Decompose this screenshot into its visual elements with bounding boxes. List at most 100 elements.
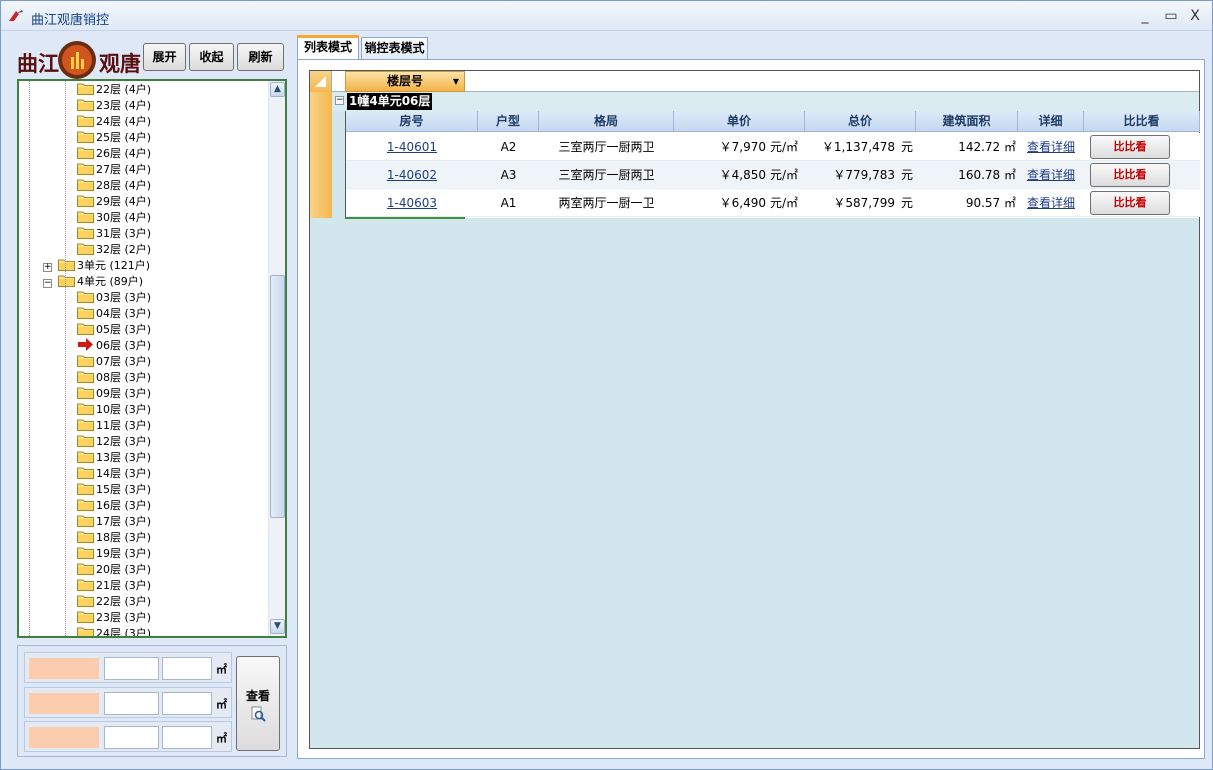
tree-node[interactable]: 05层 (3户) — [77, 322, 151, 338]
tree-node-label: 3单元 (121户) — [77, 259, 151, 272]
minimize-button[interactable]: _ — [1134, 7, 1156, 25]
tree-node[interactable]: 22层 (4户) — [77, 82, 151, 98]
tree-node[interactable]: 21层 (3户) — [77, 578, 151, 594]
compare-button[interactable]: 比比看 — [1090, 163, 1170, 187]
tree-node[interactable]: 18层 (3户) — [77, 530, 151, 546]
detail-link[interactable]: 查看详细 — [1018, 189, 1084, 217]
tree-node[interactable]: 10层 (3户) — [77, 402, 151, 418]
tab-sales-table-mode[interactable]: 销控表模式 — [361, 37, 428, 59]
room-number-link[interactable]: 1-40602 — [346, 161, 478, 189]
tree-node[interactable]: 16层 (3户) — [77, 498, 151, 514]
group-column-header[interactable]: 楼层号 ▼ — [345, 71, 465, 92]
tree-node[interactable]: 08层 (3户) — [77, 370, 151, 386]
tree-node[interactable]: 30层 (4户) — [77, 210, 151, 226]
unit-price-unit: 元/㎡ — [770, 140, 799, 154]
collapse-button[interactable]: 收起 — [189, 43, 234, 71]
tree-node[interactable]: 22层 (3户) — [77, 594, 151, 610]
column-header[interactable]: 房号 — [346, 111, 478, 132]
area-filter-panel: ㎡ ㎡ ㎡ 查看 — [17, 645, 287, 757]
column-header[interactable]: 单价 — [674, 111, 805, 132]
tree-node[interactable]: +3单元 (121户) — [43, 258, 150, 274]
filter-min-input[interactable] — [104, 657, 159, 680]
folder-icon — [58, 275, 75, 287]
detail-link[interactable]: 查看详细 — [1018, 133, 1084, 161]
tree-node[interactable]: 31层 (3户) — [77, 226, 151, 242]
tree-node[interactable]: 11层 (3户) — [77, 418, 151, 434]
tree-node[interactable]: 19层 (3户) — [77, 546, 151, 562]
tree-node[interactable]: 09层 (3户) — [77, 386, 151, 402]
compare-button[interactable]: 比比看 — [1090, 191, 1170, 215]
tree-node-label: 24层 (4户) — [96, 115, 152, 128]
column-header[interactable]: 户型 — [478, 111, 539, 132]
filter-min-input[interactable] — [104, 692, 159, 715]
scroll-down-icon[interactable]: ▼ — [270, 619, 285, 634]
maximize-button[interactable]: ▭ — [1160, 7, 1182, 25]
tree-node[interactable]: − 4单元 (89户) — [43, 274, 143, 290]
collapse-node-icon[interactable]: − — [43, 279, 52, 288]
tree-node[interactable]: 28层 (4户) — [77, 178, 151, 194]
tree-node-label: 22层 (3户) — [96, 595, 152, 608]
folder-icon — [58, 259, 75, 271]
folder-icon — [77, 179, 94, 191]
filter-max-input[interactable] — [162, 692, 212, 715]
column-header[interactable]: 详细 — [1018, 111, 1084, 132]
floor-tree[interactable]: 22层 (4户) 23层 (4户) 24层 (4户) 25层 (4户) 26层 (4户)… — [17, 79, 287, 638]
tree-node-label: 12层 (3户) — [96, 435, 152, 448]
room-number-link[interactable]: 1-40603 — [346, 189, 478, 217]
tree-node[interactable]: 25层 (4户) — [77, 130, 151, 146]
compare-button[interactable]: 比比看 — [1090, 135, 1170, 159]
column-header[interactable]: 比比看 — [1084, 111, 1200, 132]
view-button-label: 查看 — [245, 689, 270, 703]
column-header[interactable]: 总价 — [805, 111, 916, 132]
tree-node[interactable]: 17层 (3户) — [77, 514, 151, 530]
tree-node-label: 4单元 (89户) — [77, 275, 144, 288]
row-indicator — [310, 92, 332, 218]
tree-node[interactable]: 24层 (3户) — [77, 626, 151, 636]
folder-icon — [77, 211, 94, 223]
unit-type: A1 — [500, 196, 517, 210]
tree-node[interactable]: 15层 (3户) — [77, 482, 151, 498]
group-row[interactable]: − 1幢4单元06层 — [332, 92, 1199, 111]
tab-list-mode[interactable]: 列表模式 — [297, 35, 359, 60]
view-button[interactable]: 查看 — [236, 656, 280, 751]
tree-node[interactable]: 12层 (3户) — [77, 434, 151, 450]
tree-node[interactable]: 07层 (3户) — [77, 354, 151, 370]
floor-area: 142.72 ㎡ — [958, 140, 1016, 154]
detail-link[interactable]: 查看详细 — [1018, 161, 1084, 189]
group-collapse-icon[interactable]: − — [335, 96, 344, 105]
filter-max-input[interactable] — [162, 657, 212, 680]
tree-scrollbar[interactable]: ▲ ▼ — [268, 81, 285, 636]
refresh-button[interactable]: 刷新 — [237, 43, 284, 71]
tree-node[interactable]: 14层 (3户) — [77, 466, 151, 482]
tree-node[interactable]: 23层 (3户) — [77, 610, 151, 626]
tree-node[interactable]: 24层 (4户) — [77, 114, 151, 130]
tree-node[interactable]: 03层 (3户) — [77, 290, 151, 306]
tree-node[interactable]: 06层 (3户) — [77, 338, 151, 354]
tree-node-label: 31层 (3户) — [96, 227, 152, 240]
group-label: 1幢4单元06层 — [347, 93, 433, 110]
tree-node[interactable]: 13层 (3户) — [77, 450, 151, 466]
expand-button[interactable]: 展开 — [143, 43, 186, 71]
room-layout: 三室两厅一厨两卫 — [558, 140, 655, 154]
tree-node[interactable]: 27层 (4户) — [77, 162, 151, 178]
tree-node[interactable]: 29层 (4户) — [77, 194, 151, 210]
scroll-up-icon[interactable]: ▲ — [270, 82, 285, 97]
tree-node[interactable]: 23层 (4户) — [77, 98, 151, 114]
expand-node-icon[interactable]: + — [43, 263, 52, 272]
column-header[interactable]: 建筑面积 — [916, 111, 1018, 132]
room-number-link[interactable]: 1-40601 — [346, 133, 478, 161]
scroll-thumb[interactable] — [270, 275, 285, 518]
tree-node-label: 16层 (3户) — [96, 499, 152, 512]
filter-max-input[interactable] — [162, 726, 212, 749]
tree-node[interactable]: 04层 (3户) — [77, 306, 151, 322]
folder-icon — [77, 131, 94, 143]
close-button[interactable]: X — [1184, 7, 1206, 25]
tree-node[interactable]: 26层 (4户) — [77, 146, 151, 162]
tree-node[interactable]: 32层 (2户) — [77, 242, 151, 258]
tree-node[interactable]: 20层 (3户) — [77, 562, 151, 578]
column-header[interactable]: 格局 — [539, 111, 674, 132]
filter-min-input[interactable] — [104, 726, 159, 749]
grid-corner[interactable] — [310, 71, 332, 92]
folder-icon — [77, 147, 94, 159]
logo: 曲江 观唐 — [15, 40, 141, 82]
